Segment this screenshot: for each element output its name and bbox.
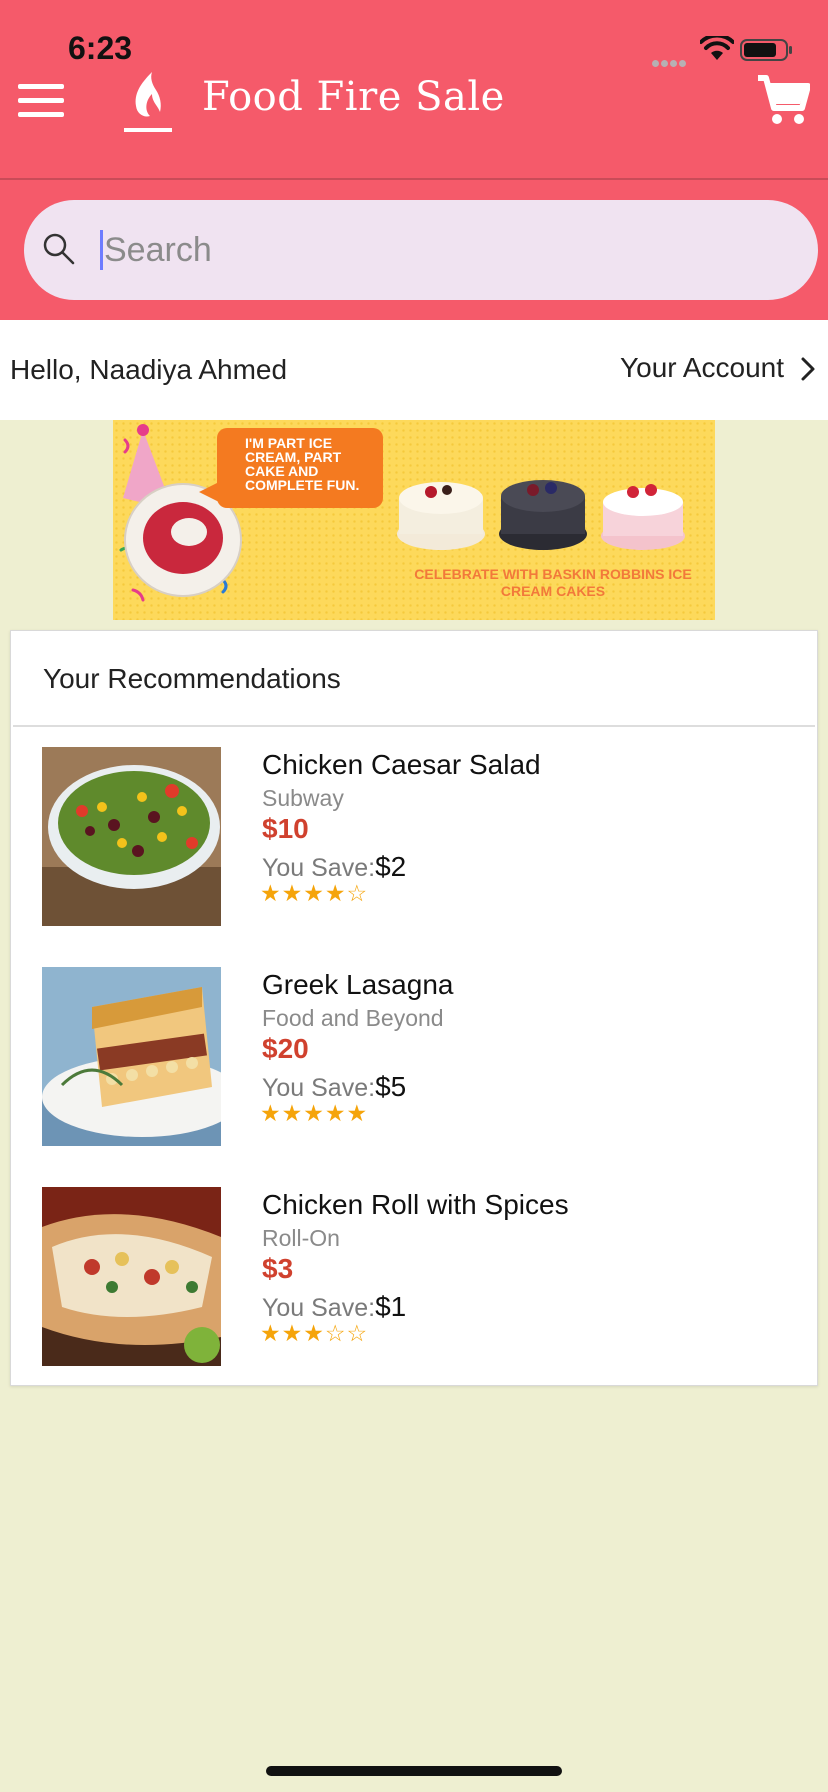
home-indicator[interactable] <box>266 1766 562 1776</box>
item-name[interactable]: Chicken Caesar Salad <box>262 749 541 781</box>
cellular-signal-icon <box>652 54 688 72</box>
battery-icon <box>740 38 794 67</box>
item-price: $3 <box>262 1253 294 1284</box>
savings-value: $2 <box>375 851 407 882</box>
chevron-right-icon[interactable] <box>800 356 816 387</box>
star-rating: ★★★★★ <box>260 1101 369 1127</box>
banner-speech-bubble: I'M PART ICE CREAM, PART CAKE AND COMPLE… <box>217 428 383 508</box>
item-restaurant: Food and Beyond <box>262 1005 444 1031</box>
banner-tagline: CELEBRATE WITH BASKIN ROBBINS ICE CREAM … <box>414 566 692 599</box>
app-title: Food Fire Sale <box>202 74 505 120</box>
savings-label: You Save: <box>262 1294 376 1322</box>
recommendations-divider <box>13 725 815 727</box>
flame-logo-icon <box>122 70 174 139</box>
text-cursor <box>100 230 103 270</box>
food-thumbnail-roll[interactable] <box>42 1187 221 1366</box>
recommendation-item[interactable]: Chicken Roll with Spices Roll-On $3 You … <box>11 1187 817 1367</box>
ice-cream-cakes-illustration <box>397 480 685 550</box>
status-time: 6:23 <box>68 30 133 66</box>
star-rating: ★★★☆☆ <box>260 1321 369 1347</box>
savings-value: $5 <box>375 1071 407 1102</box>
savings-label: You Save: <box>262 1074 376 1102</box>
item-savings: You Save:$5 <box>262 1071 406 1103</box>
food-thumbnail-lasagna[interactable] <box>42 967 221 1146</box>
recommendations-card: Your Recommendations Chicken Caesar Sala… <box>10 630 818 1386</box>
recommendation-item[interactable]: Chicken Caesar Salad Subway $10 You Save… <box>11 747 817 927</box>
item-name[interactable]: Chicken Roll with Spices <box>262 1189 569 1221</box>
item-price: $10 <box>262 813 309 844</box>
cart-button[interactable] <box>756 74 811 131</box>
search-bar[interactable] <box>24 200 818 300</box>
app-header: 6:23 Food Fire Sale <box>0 0 828 320</box>
shopping-cart-icon <box>758 75 811 124</box>
item-name[interactable]: Greek Lasagna <box>262 969 453 1001</box>
item-savings: You Save:$1 <box>262 1291 406 1323</box>
header-divider <box>0 178 828 180</box>
savings-value: $1 <box>375 1291 407 1322</box>
wifi-icon <box>699 33 735 67</box>
search-icon <box>42 232 76 271</box>
recommendation-item[interactable]: Greek Lasagna Food and Beyond $20 You Sa… <box>11 967 817 1147</box>
item-price: $20 <box>262 1033 309 1064</box>
star-rating: ★★★★☆ <box>260 881 369 907</box>
account-row: Hello, Naadiya Ahmed Your Account <box>0 320 828 420</box>
savings-label: You Save: <box>262 854 376 882</box>
hamburger-menu-icon <box>18 84 64 89</box>
promo-banner[interactable]: I'M PART ICE CREAM, PART CAKE AND COMPLE… <box>113 420 715 620</box>
item-restaurant: Roll-On <box>262 1225 340 1251</box>
your-account-link[interactable]: Your Account <box>620 352 784 384</box>
item-restaurant: Subway <box>262 785 344 811</box>
menu-button[interactable] <box>18 84 66 118</box>
item-savings: You Save:$2 <box>262 851 406 883</box>
search-input[interactable] <box>104 220 784 280</box>
food-thumbnail-salad[interactable] <box>42 747 221 926</box>
recommendations-title: Your Recommendations <box>43 663 341 694</box>
user-greeting: Hello, Naadiya Ahmed <box>10 354 288 385</box>
